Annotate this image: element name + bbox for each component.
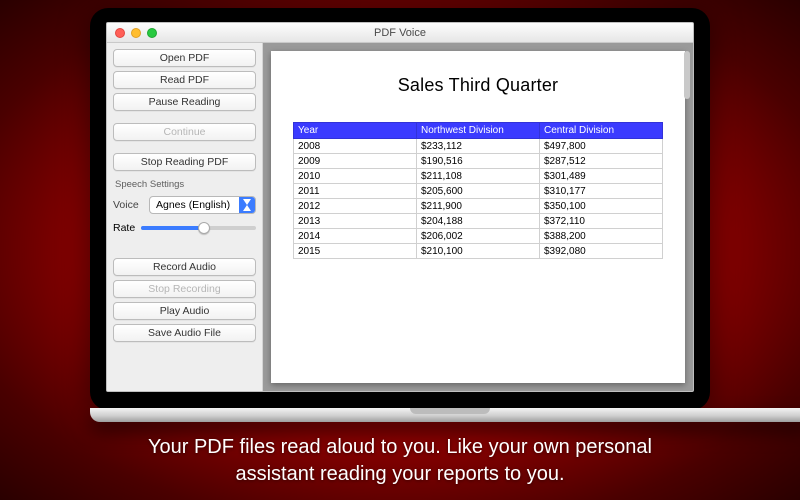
table-cell: 2011	[294, 184, 417, 199]
table-cell: $392,080	[540, 244, 663, 259]
rate-slider-thumb[interactable]	[198, 222, 210, 234]
app-window: PDF Voice Open PDF Read PDF Pause Readin…	[106, 22, 694, 392]
table-cell: $210,100	[417, 244, 540, 259]
rate-slider-fill	[141, 226, 204, 230]
table-cell: $211,108	[417, 169, 540, 184]
stop-recording-button[interactable]: Stop Recording	[113, 280, 256, 298]
open-pdf-button[interactable]: Open PDF	[113, 49, 256, 67]
table-cell: $190,516	[417, 154, 540, 169]
control-sidebar: Open PDF Read PDF Pause Reading Continue…	[107, 43, 263, 391]
promo-caption: Your PDF files read aloud to you. Like y…	[0, 434, 800, 488]
voice-row: Voice Agnes (English)	[113, 194, 256, 216]
speech-settings-label: Speech Settings	[113, 175, 256, 190]
table-row: 2009$190,516$287,512	[294, 154, 663, 169]
table-cell: $287,512	[540, 154, 663, 169]
table-cell: 2008	[294, 139, 417, 154]
table-cell: 2014	[294, 229, 417, 244]
window-title: PDF Voice	[107, 27, 693, 39]
read-pdf-button[interactable]: Read PDF	[113, 71, 256, 89]
table-cell: 2013	[294, 214, 417, 229]
laptop-screen-bezel: PDF Voice Open PDF Read PDF Pause Readin…	[90, 8, 710, 410]
scrollbar-thumb[interactable]	[684, 51, 690, 99]
table-body: 2008$233,112$497,8002009$190,516$287,512…	[294, 139, 663, 259]
table-cell: 2012	[294, 199, 417, 214]
rate-slider[interactable]	[141, 226, 256, 230]
window-titlebar[interactable]: PDF Voice	[107, 23, 693, 43]
voice-select[interactable]: Agnes (English)	[149, 196, 256, 214]
pdf-page: Sales Third Quarter Year Northwest Divis…	[271, 51, 685, 383]
table-cell: 2010	[294, 169, 417, 184]
table-cell: 2009	[294, 154, 417, 169]
table-cell: $205,600	[417, 184, 540, 199]
table-cell: $233,112	[417, 139, 540, 154]
table-cell: $204,188	[417, 214, 540, 229]
minimize-icon[interactable]	[131, 28, 141, 38]
window-body: Open PDF Read PDF Pause Reading Continue…	[107, 43, 693, 391]
record-audio-button[interactable]: Record Audio	[113, 258, 256, 276]
document-viewer[interactable]: Sales Third Quarter Year Northwest Divis…	[263, 43, 693, 391]
table-row: 2010$211,108$301,489	[294, 169, 663, 184]
rate-row: Rate	[113, 220, 256, 240]
viewer-scrollbar[interactable]	[684, 51, 690, 383]
table-cell: $310,177	[540, 184, 663, 199]
rate-label: Rate	[113, 222, 135, 234]
promo-background: PDF Voice Open PDF Read PDF Pause Readin…	[0, 0, 800, 500]
table-cell: $372,110	[540, 214, 663, 229]
table-cell: $350,100	[540, 199, 663, 214]
table-cell: $497,800	[540, 139, 663, 154]
table-cell: $301,489	[540, 169, 663, 184]
table-header-row: Year Northwest Division Central Division	[294, 123, 663, 139]
stop-reading-button[interactable]: Stop Reading PDF	[113, 153, 256, 171]
close-icon[interactable]	[115, 28, 125, 38]
voice-label: Voice	[113, 199, 143, 211]
table-row: 2015$210,100$392,080	[294, 244, 663, 259]
caption-line-1: Your PDF files read aloud to you. Like y…	[148, 436, 652, 458]
voice-selected-value: Agnes (English)	[156, 199, 230, 211]
play-audio-button[interactable]: Play Audio	[113, 302, 256, 320]
table-row: 2011$205,600$310,177	[294, 184, 663, 199]
table-cell: $388,200	[540, 229, 663, 244]
table-row: 2014$206,002$388,200	[294, 229, 663, 244]
col-central: Central Division	[540, 123, 663, 139]
table-row: 2012$211,900$350,100	[294, 199, 663, 214]
select-arrows-icon	[239, 197, 255, 213]
save-audio-button[interactable]: Save Audio File	[113, 324, 256, 342]
table-row: 2008$233,112$497,800	[294, 139, 663, 154]
window-controls	[107, 28, 157, 38]
table-row: 2013$204,188$372,110	[294, 214, 663, 229]
sales-table: Year Northwest Division Central Division…	[293, 122, 663, 259]
caption-line-2: assistant reading your reports to you.	[235, 463, 564, 485]
col-year: Year	[294, 123, 417, 139]
laptop-base	[90, 408, 800, 422]
table-cell: 2015	[294, 244, 417, 259]
continue-button[interactable]: Continue	[113, 123, 256, 141]
col-northwest: Northwest Division	[417, 123, 540, 139]
table-cell: $206,002	[417, 229, 540, 244]
table-cell: $211,900	[417, 199, 540, 214]
laptop-mock: PDF Voice Open PDF Read PDF Pause Readin…	[90, 8, 710, 422]
zoom-icon[interactable]	[147, 28, 157, 38]
document-title: Sales Third Quarter	[293, 75, 663, 96]
pause-reading-button[interactable]: Pause Reading	[113, 93, 256, 111]
